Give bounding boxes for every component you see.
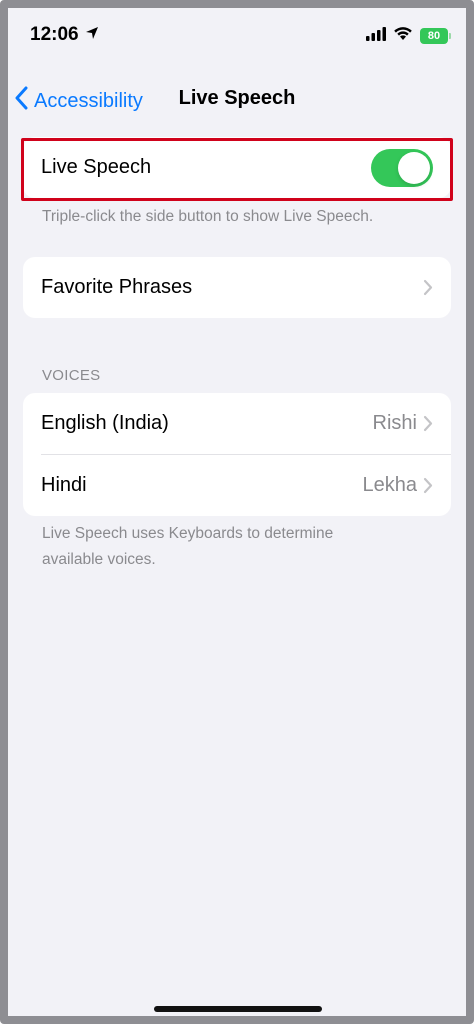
phone-screen: 12:06 80 Accessibility Live Speech Live …: [0, 0, 474, 1024]
highlight-box: [21, 138, 453, 201]
favorites-group: Favorite Phrases: [23, 257, 451, 318]
time-text: 12:06: [30, 24, 79, 45]
voices-footnote-line1: Live Speech uses Keyboards to determine: [42, 525, 334, 542]
voices-section-header: VOICES: [42, 367, 101, 384]
battery-icon: 80: [420, 28, 451, 44]
voices-group: English (India) Rishi Hindi Lekha: [23, 393, 451, 516]
wifi-icon: [393, 26, 413, 46]
voices-footnote-line2: available voices.: [42, 551, 156, 568]
location-arrow-icon: [85, 24, 99, 46]
voice-row-hindi[interactable]: Hindi Lekha: [23, 455, 451, 516]
status-time: 12:06: [30, 24, 99, 46]
navigation-bar: Accessibility Live Speech: [8, 78, 466, 122]
status-bar: 12:06 80: [8, 8, 466, 70]
voice-name-value: Rishi: [372, 412, 417, 434]
favorite-phrases-row[interactable]: Favorite Phrases: [23, 257, 451, 318]
voice-language-label: English (India): [41, 412, 169, 434]
chevron-right-icon: [423, 477, 433, 494]
chevron-right-icon: [423, 415, 433, 432]
chevron-right-icon: [423, 279, 433, 296]
voices-footnote: Live Speech uses Keyboards to determine …: [42, 521, 422, 573]
cellular-signal-icon: [366, 26, 386, 46]
voice-row-english[interactable]: English (India) Rishi: [23, 393, 451, 454]
status-indicators: 80: [366, 26, 451, 46]
voice-name-value: Lekha: [362, 474, 418, 496]
page-title: Live Speech: [178, 87, 296, 109]
home-indicator[interactable]: [154, 1006, 322, 1012]
live-speech-footnote: Triple-click the side button to show Liv…: [42, 208, 374, 225]
voice-language-label: Hindi: [41, 474, 87, 496]
favorite-phrases-label: Favorite Phrases: [41, 276, 193, 298]
battery-level: 80: [427, 30, 441, 42]
